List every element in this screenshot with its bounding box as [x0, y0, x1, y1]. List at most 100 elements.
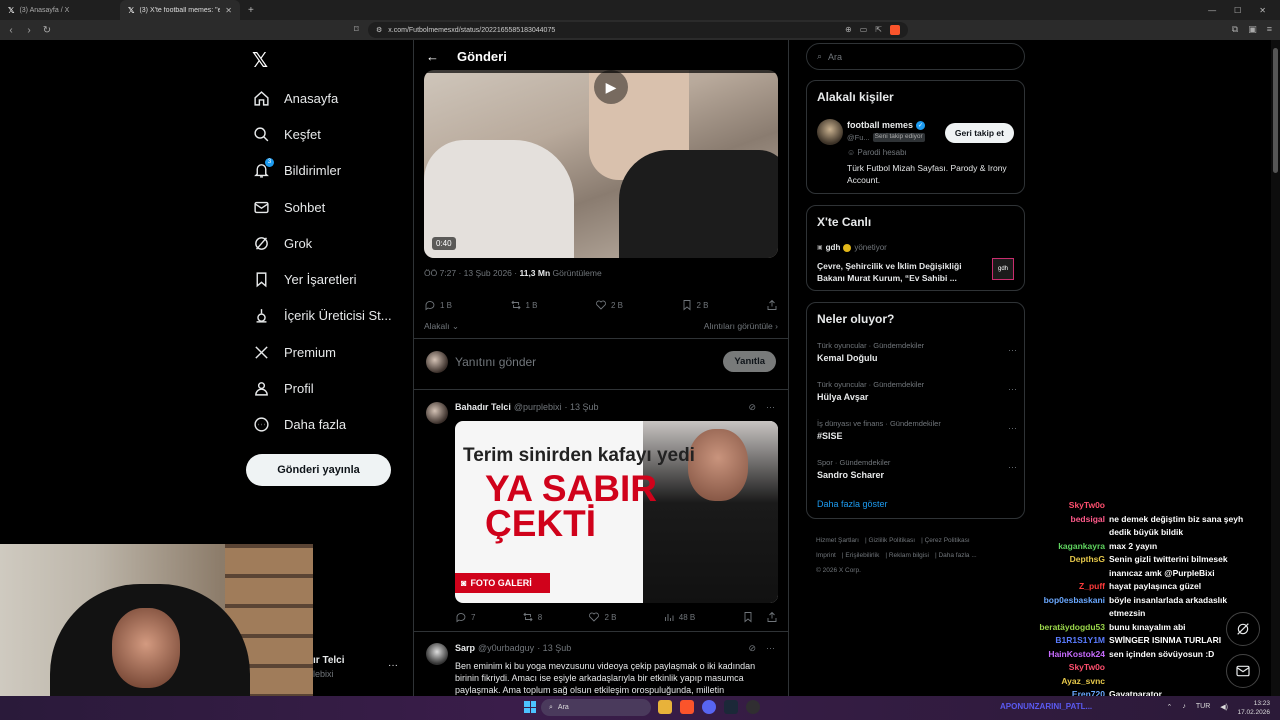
repost-action[interactable]: 8 — [522, 611, 542, 623]
windows-start-icon[interactable] — [524, 701, 536, 713]
avatar[interactable] — [426, 643, 448, 665]
zoom-icon[interactable]: ⊕ — [845, 25, 852, 35]
more-options-icon[interactable]: ··· — [1008, 345, 1017, 355]
chat-username[interactable]: SkyTw0o — [1005, 661, 1105, 675]
follow-back-button[interactable]: Geri takip et — [944, 123, 1014, 143]
browser-tab-active[interactable]: 𝕏 (3) X'te football memes: "eş değ... ✕ — [120, 0, 240, 20]
trend-item[interactable]: İş dünyası ve finans · Gündemdekiler #SI… — [817, 419, 1017, 441]
play-icon[interactable]: ▶ — [594, 70, 628, 104]
search-input[interactable]: ⌕ Ara — [806, 43, 1025, 70]
trend-item[interactable]: Spor · Gündemdekiler Sandro Scharer ··· — [817, 458, 1017, 480]
show-more-link[interactable]: Daha fazla göster — [817, 499, 888, 509]
nav-item-creator-studio[interactable]: İçerik Üreticisi St... — [252, 298, 392, 334]
author-name[interactable]: Bahadır Telci — [455, 402, 511, 413]
browser-tab[interactable]: 𝕏 (3) Anasayfa / X — [0, 0, 120, 20]
cast-icon[interactable]: ▭ — [860, 25, 868, 35]
bookmark-icon[interactable] — [742, 611, 754, 623]
tweet-image[interactable]: Terim sinirden kafayı yedi YA SABIR ÇEKTİ… — [455, 421, 778, 603]
trend-item[interactable]: Türk oyuncular · Gündemdekiler Hülya Avş… — [817, 380, 1017, 402]
trend-item[interactable]: Türk oyuncular · Gündemdekiler Kemal Doğ… — [817, 341, 1017, 363]
more-options-icon[interactable]: ··· — [766, 402, 775, 413]
grok-icon[interactable]: ⊘ — [748, 643, 756, 654]
x-logo-icon[interactable]: 𝕏 — [252, 48, 268, 72]
language-indicator[interactable]: TUR — [1196, 703, 1210, 711]
account-switcher-name[interactable]: ır Telci — [313, 655, 345, 666]
nav-item-notifications[interactable]: 3 Bildirimler — [252, 153, 392, 189]
messages-fab[interactable] — [1226, 654, 1260, 688]
brave-browser-icon[interactable] — [680, 700, 694, 714]
steam-icon[interactable] — [724, 700, 738, 714]
page-scrollbar[interactable] — [1271, 40, 1280, 696]
more-options-icon[interactable]: ··· — [766, 643, 775, 654]
maximize-icon[interactable]: ☐ — [1234, 6, 1241, 15]
reload-icon[interactable]: ↻ — [42, 25, 52, 36]
footer-link[interactable]: Imprint — [816, 552, 836, 559]
grok-fab[interactable] — [1226, 612, 1260, 646]
share-icon[interactable] — [766, 611, 778, 623]
close-tab-icon[interactable]: ✕ — [225, 6, 232, 15]
like-action[interactable]: 2 B — [588, 611, 616, 623]
volume-icon[interactable]: ◀) — [1220, 703, 1228, 711]
footer-link[interactable]: Hizmet Şartları — [816, 537, 859, 544]
menu-icon[interactable]: ≡ — [1267, 24, 1272, 35]
nav-item-premium[interactable]: Premium — [252, 334, 392, 370]
grok-icon[interactable]: ⊘ — [748, 402, 756, 413]
views-action[interactable]: 48 B — [663, 611, 695, 623]
sort-dropdown[interactable]: Alakalı ⌄ — [424, 321, 459, 332]
back-arrow-icon[interactable]: ← — [426, 49, 439, 64]
clock[interactable]: 13:23 17.02.2026 — [1237, 699, 1270, 717]
sidebar-icon[interactable]: ▣ — [1248, 24, 1257, 35]
author-name[interactable]: Sarp — [455, 643, 475, 654]
nav-item-profile[interactable]: Profil — [252, 370, 392, 406]
forward-icon[interactable]: › — [24, 25, 34, 36]
footer-link[interactable]: Reklam bilgisi — [889, 552, 929, 559]
footer-link[interactable]: Gizlilik Politikası — [868, 537, 915, 544]
mic-icon[interactable]: ♪ — [1182, 703, 1186, 711]
address-bar[interactable]: ⚙ x.com/Futbolmemesxd/status/20221655851… — [368, 22, 908, 38]
nav-item-chat[interactable]: Sohbet — [252, 189, 392, 225]
reply-action[interactable]: 7 — [455, 611, 475, 623]
more-options-icon[interactable]: ··· — [1008, 384, 1017, 394]
footer-link[interactable]: Erişilebilirlik — [845, 552, 879, 559]
nav-item-explore[interactable]: Keşfet — [252, 116, 392, 152]
close-window-icon[interactable]: ✕ — [1259, 6, 1266, 15]
post-button[interactable]: Gönderi yayınla — [246, 454, 391, 486]
bookmark-action[interactable]: 2 B — [681, 299, 709, 311]
chat-username[interactable]: SkyTw0o — [1005, 499, 1105, 513]
like-action[interactable]: 2 B — [595, 299, 623, 311]
post-timestamp[interactable]: ÖÖ 7:27 · 13 Şub 2026 · — [424, 268, 519, 278]
site-info-icon[interactable]: ⚙ — [376, 26, 382, 34]
live-space-title[interactable]: Çevre, Şehircilik ve İklim Değişikliği B… — [817, 260, 977, 284]
nav-item-more[interactable]: Daha fazla — [252, 407, 392, 443]
chat-username[interactable]: bop0esbaskani — [1005, 594, 1105, 621]
nav-item-grok[interactable]: Grok — [252, 225, 392, 261]
nav-item-bookmarks[interactable]: Yer İşaretleri — [252, 261, 392, 297]
chat-username[interactable]: HainKostok24 — [1005, 648, 1105, 662]
footer-link[interactable]: Çerez Politikası — [925, 537, 970, 544]
account-name[interactable]: football memes ✓ — [847, 120, 926, 130]
chat-username[interactable]: Ayaz_svnc — [1005, 675, 1105, 689]
more-options-icon[interactable]: ··· — [388, 660, 398, 671]
reply-button[interactable]: Yanıtla — [723, 351, 776, 372]
discord-icon[interactable] — [702, 700, 716, 714]
chat-username[interactable]: B1R1S1Y1M — [1005, 634, 1105, 648]
more-options-icon[interactable]: ··· — [1008, 462, 1017, 472]
video-player[interactable]: ▶ 0:40 — [424, 70, 778, 258]
brave-shield-icon[interactable] — [890, 25, 900, 35]
tray-chevron-icon[interactable]: ⌃ — [1167, 703, 1173, 711]
taskbar-search[interactable]: ⌕ Ara — [541, 699, 651, 716]
avatar[interactable] — [817, 119, 843, 145]
chat-username[interactable]: bedsigal — [1005, 513, 1105, 540]
reply-action[interactable]: 1 B — [424, 299, 452, 311]
chat-username[interactable]: DepthsG — [1005, 553, 1105, 580]
bookmark-page-icon[interactable]: ⌑ — [354, 24, 359, 35]
share-action[interactable] — [766, 299, 778, 311]
reply-input[interactable]: Yanıtını gönder — [455, 355, 536, 369]
back-icon[interactable]: ‹ — [6, 25, 16, 36]
repost-action[interactable]: 1 B — [510, 299, 538, 311]
share-icon[interactable]: ⇱ — [875, 25, 882, 35]
nav-item-home[interactable]: Anasayfa — [252, 80, 392, 116]
extensions-icon[interactable]: ⧉ — [1232, 24, 1238, 35]
minimize-icon[interactable]: — — [1208, 6, 1216, 15]
chat-username[interactable]: beratäydogdu53 — [1005, 621, 1105, 635]
